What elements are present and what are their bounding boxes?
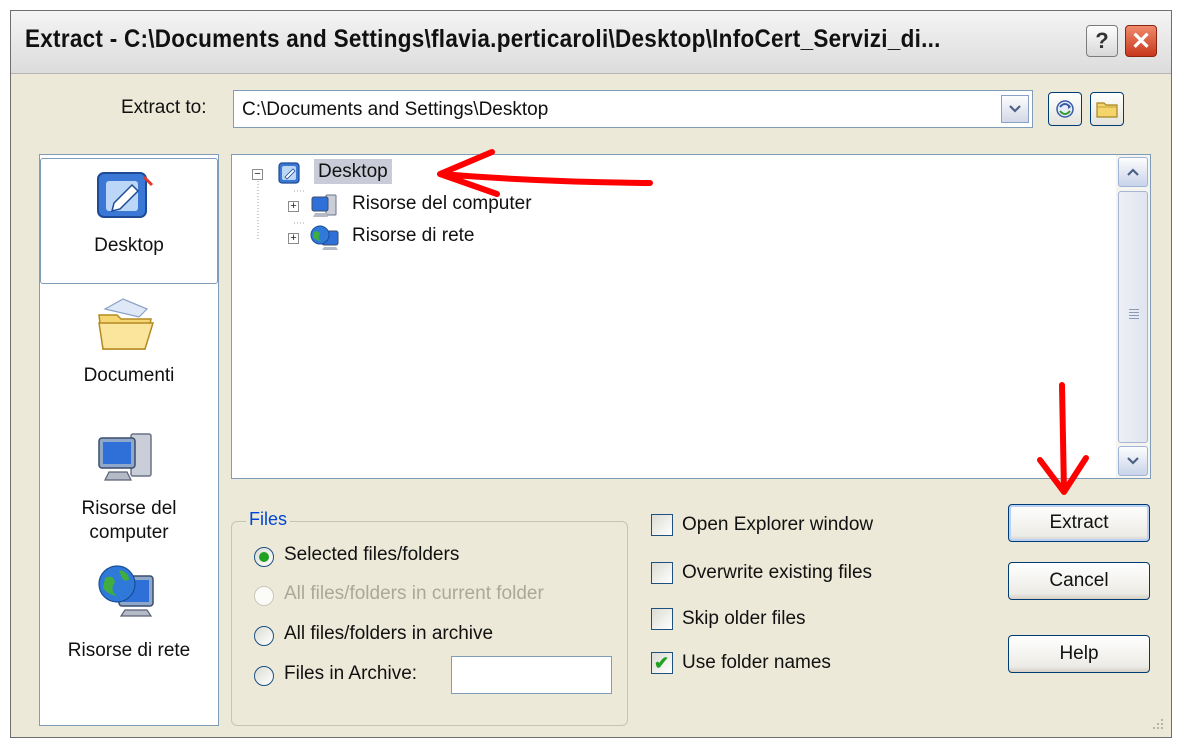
places-bar: Desktop Documenti Risorse del computer R… — [39, 154, 219, 726]
files-in-archive-input[interactable] — [451, 656, 612, 694]
extract-to-label: Extract to: — [121, 97, 207, 118]
radio-selected-files-label[interactable]: Selected files/folders — [284, 544, 459, 566]
files-group-legend: Files — [246, 509, 291, 530]
place-risorse-computer-label: Risorse del computer — [81, 498, 177, 543]
place-documenti[interactable]: Documenti — [40, 295, 218, 405]
checkbox-skip-older[interactable] — [651, 608, 673, 630]
chevron-down-icon — [1127, 457, 1139, 465]
chevron-up-icon — [1127, 168, 1139, 176]
checkbox-open-explorer[interactable] — [651, 514, 673, 536]
place-risorse-rete[interactable]: Risorse di rete — [40, 560, 218, 690]
desktop-icon — [97, 172, 154, 218]
checkbox-use-folder-names[interactable]: ✔ — [651, 652, 673, 674]
scroll-up-button[interactable] — [1118, 157, 1148, 187]
network-places-icon — [310, 225, 339, 250]
radio-files-in-archive-label[interactable]: Files in Archive: — [284, 663, 417, 685]
tree-item-desktop-label: Desktop — [314, 159, 392, 184]
documents-folder-icon — [98, 298, 155, 350]
thumb-grip-line — [1129, 309, 1139, 310]
place-risorse-rete-label: Risorse di rete — [67, 640, 191, 661]
radio-selected-files[interactable] — [254, 547, 274, 567]
radio-files-in-archive[interactable] — [254, 666, 274, 686]
close-button[interactable]: ✕ — [1125, 25, 1157, 57]
extract-to-combobox[interactable]: C:\Documents and Settings\Desktop — [233, 90, 1033, 128]
checkbox-overwrite[interactable] — [651, 562, 673, 584]
refresh-arrow-icon — [1056, 100, 1074, 118]
extract-dialog: Extract - C:\Documents and Settings\flav… — [10, 10, 1172, 738]
tree-collapse-toggle[interactable]: − — [252, 169, 263, 180]
my-computer-icon — [98, 433, 152, 481]
checkbox-skip-older-label[interactable]: Skip older files — [682, 608, 806, 630]
window-title: Extract - C:\Documents and Settings\flav… — [25, 25, 941, 53]
radio-dot — [259, 552, 269, 562]
chevron-down-icon — [1009, 105, 1021, 113]
new-folder-button[interactable] — [1090, 92, 1124, 126]
place-documenti-label: Documenti — [83, 365, 175, 386]
thumb-grip-line — [1129, 318, 1139, 319]
combo-dropdown-button[interactable] — [1001, 95, 1029, 123]
folder-icon — [1096, 102, 1118, 118]
network-places-icon — [98, 565, 154, 617]
resize-grip-icon[interactable] — [1151, 717, 1165, 731]
checkbox-use-folder-names-label[interactable]: Use folder names — [682, 652, 831, 674]
radio-current-folder-label: All files/folders in current folder — [284, 583, 544, 604]
tree-expand-toggle-rete[interactable]: + — [288, 233, 299, 244]
place-risorse-computer[interactable]: Risorse del computer — [40, 430, 218, 560]
extract-button[interactable]: Extract — [1008, 504, 1150, 542]
checkbox-overwrite-label[interactable]: Overwrite existing files — [682, 562, 872, 584]
folder-tree[interactable]: − Desktop + Risorse del computer + Risor… — [231, 154, 1151, 479]
place-desktop-label: Desktop — [94, 235, 164, 256]
checkmark-icon: ✔ — [654, 653, 670, 673]
help-title-button[interactable]: ? — [1086, 25, 1118, 57]
thumb-grip-line — [1129, 315, 1139, 316]
place-desktop[interactable]: Desktop — [40, 158, 218, 284]
thumb-grip-line — [1129, 312, 1139, 313]
scroll-thumb[interactable] — [1118, 191, 1148, 443]
go-up-button[interactable] — [1048, 92, 1082, 126]
checkbox-open-explorer-label[interactable]: Open Explorer window — [682, 514, 873, 536]
tree-item-risorse-computer[interactable]: Risorse del computer — [352, 193, 532, 215]
tree-item-risorse-rete[interactable]: Risorse di rete — [352, 225, 475, 247]
cancel-button[interactable]: Cancel — [1008, 562, 1150, 600]
scroll-down-button[interactable] — [1118, 446, 1148, 476]
extract-to-value[interactable]: C:\Documents and Settings\Desktop — [242, 99, 548, 121]
radio-current-folder — [254, 586, 274, 606]
my-computer-icon — [311, 194, 337, 217]
radio-all-in-archive[interactable] — [254, 626, 274, 646]
radio-all-in-archive-label[interactable]: All files/folders in archive — [284, 623, 493, 645]
tree-vertical-scrollbar[interactable] — [1116, 155, 1150, 478]
help-button[interactable]: Help — [1008, 635, 1150, 673]
tree-item-desktop[interactable]: Desktop — [314, 159, 392, 184]
title-bar[interactable]: Extract - C:\Documents and Settings\flav… — [11, 11, 1171, 74]
tree-expand-toggle-computer[interactable]: + — [288, 201, 299, 212]
